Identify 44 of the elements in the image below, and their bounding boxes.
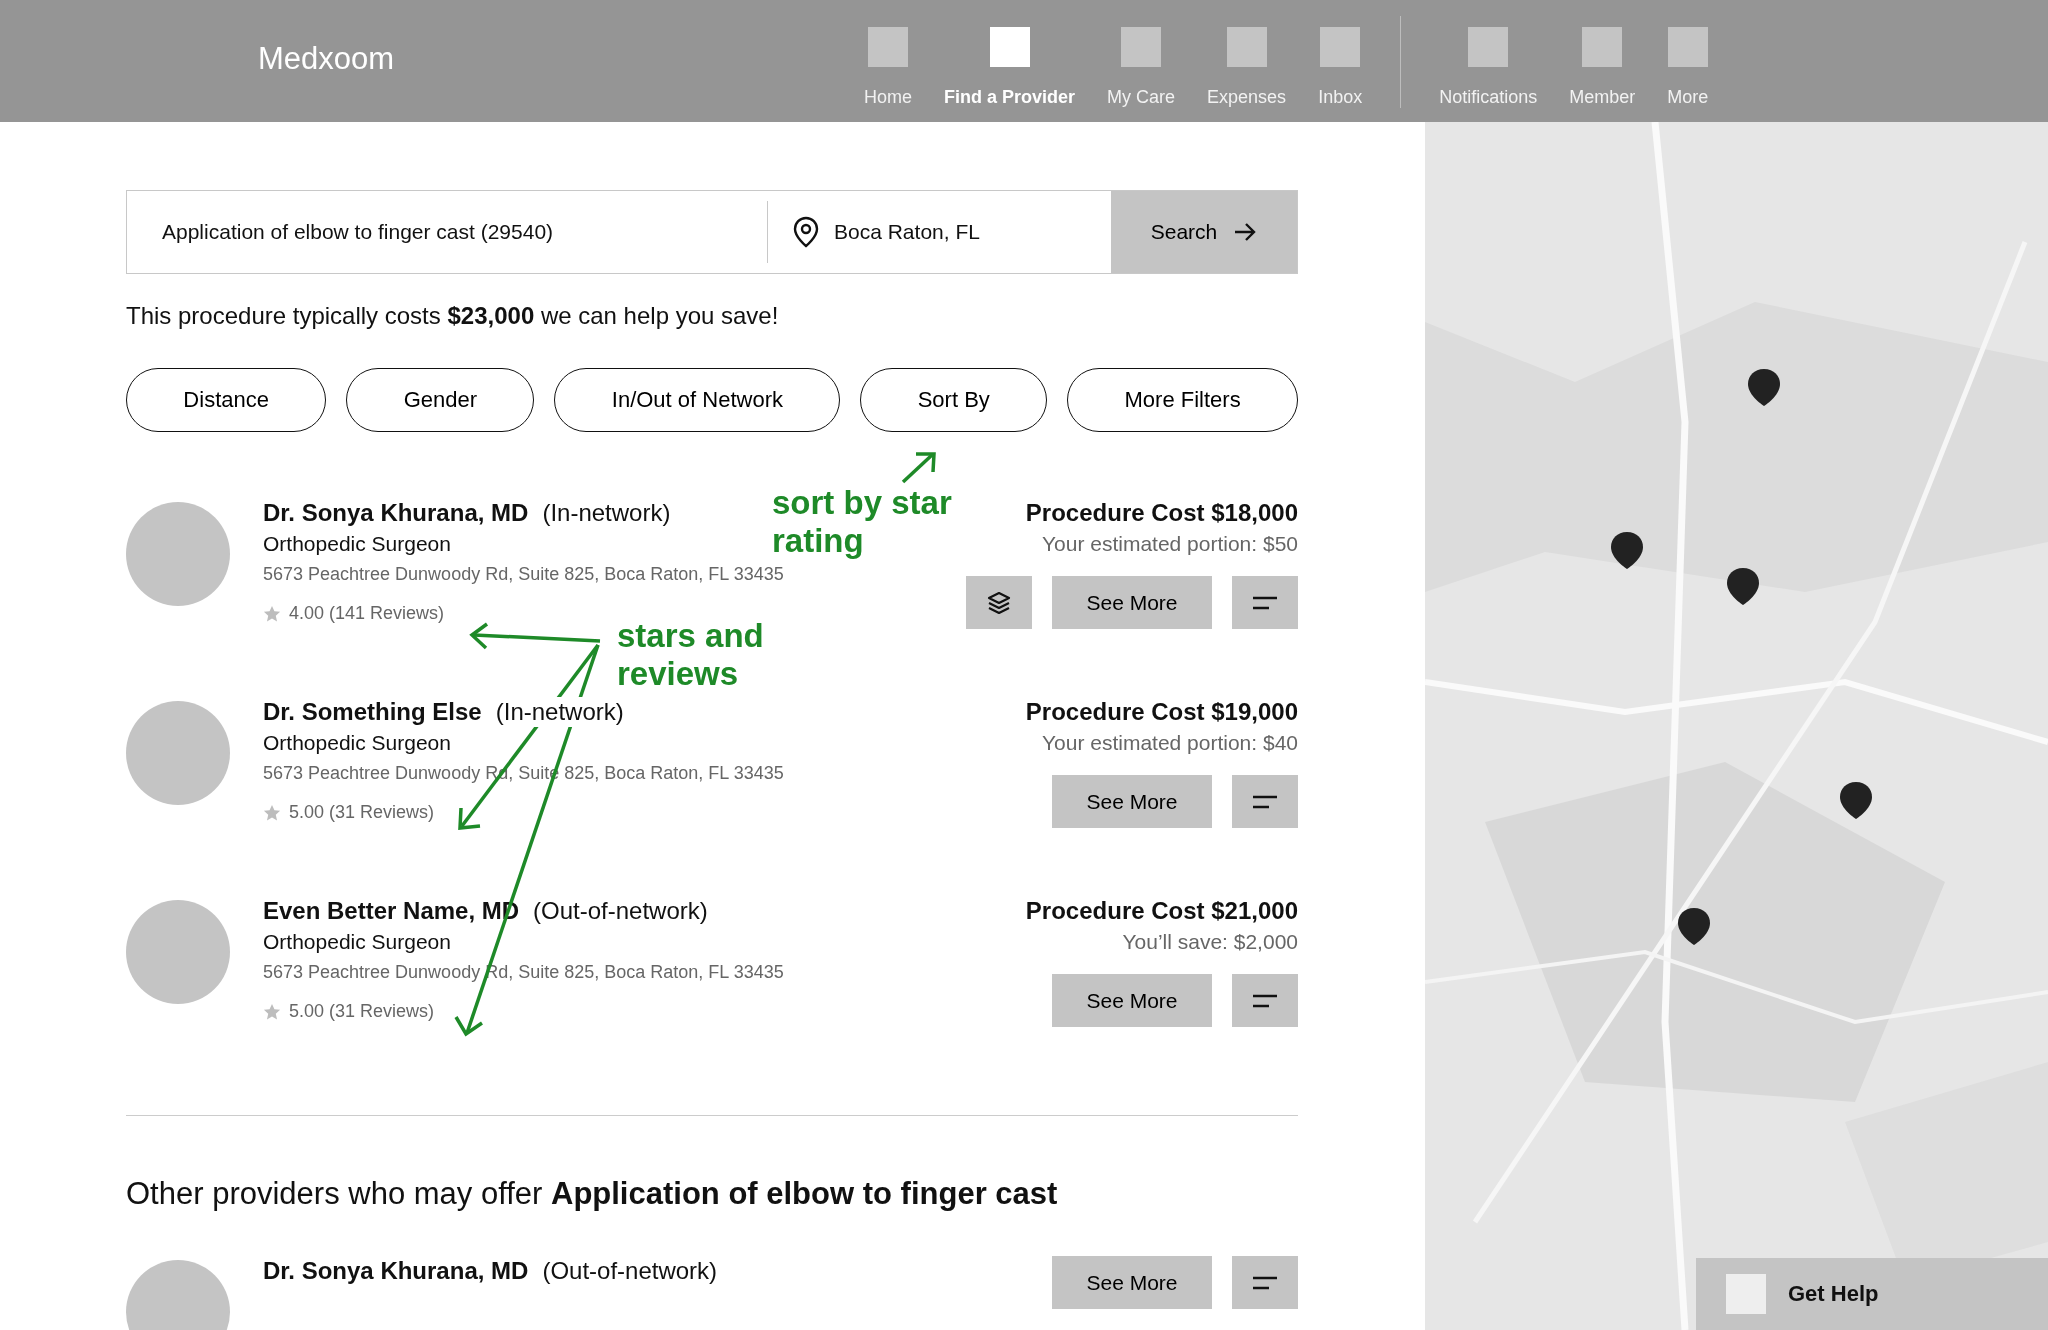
star-icon [263,604,281,623]
filter-button[interactable]: In/Out of Network [554,368,841,432]
filter-button[interactable]: Distance [126,368,327,432]
rating-text: 5.00 (31 Reviews) [289,1001,435,1022]
menu-button[interactable] [1232,576,1298,629]
see-more-button[interactable]: See More [1052,974,1212,1027]
procedure-cost: Procedure Cost $18,000 [1025,498,1298,528]
estimated-portion: Your estimated portion: $40 [1041,731,1298,755]
menu-icon [1252,992,1278,1009]
menu-icon [1252,1274,1278,1291]
menu-button[interactable] [1232,775,1298,828]
annotation-note: stars and reviews [617,617,765,693]
rating-text: 5.00 (31 Reviews) [289,802,435,823]
estimated-portion: You’ll save: $2,000 [1122,930,1298,954]
menu-button[interactable] [1232,1256,1298,1309]
layers-icon [986,589,1012,616]
annotation-arrow [901,452,936,484]
section-heading: Other providers who may offer Application of elbow to finger cast [126,1176,1059,1212]
menu-icon [1252,594,1278,611]
procedure-cost: Procedure Cost $19,000 [1025,697,1298,727]
star-icon [263,803,281,822]
address: 5673 Peachtree Dunwoody Rd, Suite 825, Boca Raton, FL 33435 [263,564,784,585]
filter-button[interactable]: Sort By [860,368,1048,432]
layers-button[interactable] [966,576,1032,629]
specialty: Orthopedic Surgeon [263,731,452,755]
star-icon [263,1002,281,1021]
provider-name[interactable]: Dr. Sonya Khurana, MD [263,498,529,528]
menu-button[interactable] [1232,974,1298,1027]
see-more-button[interactable]: See More [1052,1256,1212,1309]
provider-name[interactable]: Dr. Sonya Khurana, MD [263,1256,529,1286]
procedure-cost: Procedure Cost $21,000 [1025,896,1298,926]
cost-note: This procedure typically costs $23,000 we can help you save! [126,302,780,330]
get-help-button[interactable]: Get Help [1696,1258,2048,1330]
estimated-portion: Your estimated portion: $50 [1041,532,1298,556]
filter-button[interactable]: More Filters [1067,368,1299,432]
menu-icon [1252,793,1278,810]
annotation-note: sort by star rating [772,484,953,560]
filter-button[interactable]: Gender [346,368,535,432]
provider-name[interactable]: Dr. Something Else [263,697,482,727]
see-more-button[interactable]: See More [1052,576,1212,629]
specialty: Orthopedic Surgeon [263,930,452,954]
rating-text: 4.00 (141 Reviews) [289,603,445,624]
see-more-button[interactable]: See More [1052,775,1212,828]
network-status: (In-network) [495,697,624,727]
